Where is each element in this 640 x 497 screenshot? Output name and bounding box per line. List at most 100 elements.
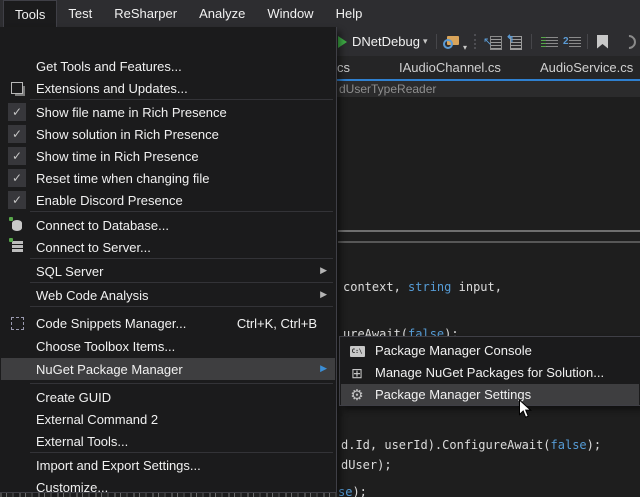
tab-audioservice[interactable]: AudioService.cs (540, 60, 633, 75)
menu-item-label: Code Snippets Manager... (36, 316, 186, 331)
icon-placeholder (7, 456, 27, 474)
breadcrumb[interactable]: dUserTypeReader (339, 82, 436, 96)
copy-code-icon[interactable]: ↰ (508, 27, 524, 56)
menu-separator (30, 211, 333, 212)
menubar-item-window[interactable]: Window (256, 0, 324, 27)
menu-item-import-and-export-settings[interactable]: Import and Export Settings... (1, 454, 335, 476)
check-icon: ✓ (8, 103, 26, 121)
tab-partial[interactable]: cs (337, 60, 350, 75)
menu-item-label: Choose Toolbox Items... (36, 339, 175, 354)
menu-item-extensions-and-updates[interactable]: Extensions and Updates... (1, 77, 335, 99)
mouse-cursor (518, 399, 532, 419)
gear-icon: ⚙ (347, 386, 367, 404)
icon-placeholder (7, 57, 27, 75)
code-keyword: string (408, 280, 451, 294)
icon-placeholder (7, 432, 27, 450)
menu-item-show-solution-in-rich-presence[interactable]: ✓ Show solution in Rich Presence (1, 123, 335, 145)
icon-placeholder (7, 262, 27, 280)
menu-item-external-command-2[interactable]: External Command 2 (1, 408, 335, 430)
code-text: dUser); (341, 458, 392, 472)
checkbox-checked: ✓ (7, 169, 27, 187)
run-config-label[interactable]: DNetDebug (352, 27, 420, 56)
menu-item-sql-server[interactable]: SQL Server▶ (1, 260, 335, 282)
bookmark-icon[interactable] (597, 27, 608, 56)
menu-separator (30, 383, 333, 384)
menu-item-reset-time-when-changing-file[interactable]: ✓Reset time when changing file (1, 167, 335, 189)
menu-item-package-manager-settings[interactable]: ⚙ Package Manager Settings (341, 384, 639, 405)
snippets-icon (11, 317, 24, 330)
attach-to-process-icon[interactable] (443, 27, 459, 56)
icon-placeholder (7, 360, 27, 378)
menu-item-web-code-analysis[interactable]: Web Code Analysis▶ (1, 284, 335, 306)
package-icon: ⊞ (351, 366, 363, 380)
menu-item-create-guid[interactable]: Create GUID (1, 386, 335, 408)
prev-bookmark-icon[interactable] (622, 27, 636, 56)
code-line: dUser); (341, 458, 392, 472)
menu-item-show-time-in-rich-presence[interactable]: ✓ Show time in Rich Presence (1, 145, 335, 167)
menu-separator (30, 452, 333, 453)
code-keyword: false (551, 438, 587, 452)
code-text: ); (352, 485, 366, 497)
menu-item-choose-toolbox-items[interactable]: Choose Toolbox Items... (1, 335, 335, 357)
gear-icon: ⚙ (350, 388, 363, 403)
console-icon: C:\ (350, 346, 365, 357)
menubar-item-analyze[interactable]: Analyze (188, 0, 256, 27)
database-icon (7, 216, 27, 234)
format-document-icon[interactable] (541, 27, 557, 56)
icon-placeholder (7, 337, 27, 355)
checkbox-checked: ✓ (7, 125, 27, 143)
menubar-item-test[interactable]: Test (57, 0, 103, 27)
menu-item-label: Connect to Database... (36, 218, 169, 233)
code-text: d.Id, userId).ConfigureAwait( (341, 438, 551, 452)
nuget-package-manager-submenu: C:\ Package Manager Console ⊞Manage NuGet … (339, 336, 640, 406)
check-icon: ✓ (8, 147, 26, 165)
run-config-caret-icon[interactable]: ▾ (423, 27, 428, 56)
vs-window: context, string input,ureAwait(false);d.… (0, 0, 640, 497)
icon-placeholder (7, 410, 27, 428)
format-selection-icon[interactable]: 2 (564, 27, 580, 56)
code-line: se); (338, 485, 367, 497)
menu-separator (30, 282, 333, 283)
start-debug-icon[interactable] (338, 27, 347, 56)
navigate-to-icon[interactable]: ↖ (485, 27, 501, 56)
submenu-arrow-icon: ▶ (320, 265, 327, 276)
extensions-icon (7, 79, 27, 97)
toolbar-grip[interactable] (474, 27, 478, 56)
menu-item-external-tools[interactable]: External Tools... (1, 430, 335, 452)
menu-item-package-manager-console[interactable]: C:\ Package Manager Console (341, 340, 639, 361)
server-icon (7, 238, 27, 256)
indent-arrow-icon: 2 (564, 34, 580, 50)
toolbar-separator (587, 34, 588, 49)
check-icon: ✓ (8, 191, 26, 209)
menu-item-label: External Tools... (36, 434, 128, 449)
menu-item-nuget-package-manager[interactable]: NuGet Package Manager▶ (1, 358, 335, 380)
menubar-item-resharper[interactable]: ReSharper (103, 0, 188, 27)
menu-item-label: External Command 2 (36, 412, 158, 427)
menu-item-code-snippets-manager[interactable]: Code Snippets Manager...Ctrl+K, Ctrl+B (1, 312, 335, 334)
menu-item-label: Show time in Rich Presence (36, 149, 199, 164)
menu-item-label: Package Manager Settings (375, 387, 531, 402)
play-icon (338, 36, 347, 48)
menu-item-label: Extensions and Updates... (36, 81, 188, 96)
menu-item-label: Import and Export Settings... (36, 458, 201, 473)
menu-item-label: Package Manager Console (375, 343, 532, 358)
submenu-arrow-icon: ▶ (320, 289, 327, 300)
editor-horizontal-rule (338, 230, 640, 232)
tab-iaudiochannel[interactable]: IAudioChannel.cs (399, 60, 501, 75)
menu-item-label: Get Tools and Features... (36, 59, 182, 74)
menu-item-show-file-name-in-rich-presence[interactable]: ✓Show file name in Rich Presence (1, 101, 335, 123)
menubar-item-tools[interactable]: Tools (3, 0, 57, 27)
menu-item-label: Enable Discord Presence (36, 193, 183, 208)
checkbox-checked: ✓ (7, 103, 27, 121)
menu-item-label: Show solution in Rich Presence (36, 127, 219, 142)
menu-item-manage-nuget-packages-for-solution[interactable]: ⊞Manage NuGet Packages for Solution... (341, 362, 639, 383)
checkbox-checked: ✓ (7, 147, 27, 165)
indent-lines-icon (541, 34, 557, 50)
editor-horizontal-rule (338, 241, 640, 243)
menu-item-connect-to-server[interactable]: Connect to Server... (1, 236, 335, 258)
code-text: input, (451, 280, 502, 294)
menu-item-get-tools-and-features[interactable]: Get Tools and Features... (1, 55, 335, 77)
menu-item-connect-to-database[interactable]: Connect to Database... (1, 214, 335, 236)
menu-item-enable-discord-presence[interactable]: ✓ Enable Discord Presence (1, 189, 335, 211)
menubar-item-help[interactable]: Help (325, 0, 374, 27)
